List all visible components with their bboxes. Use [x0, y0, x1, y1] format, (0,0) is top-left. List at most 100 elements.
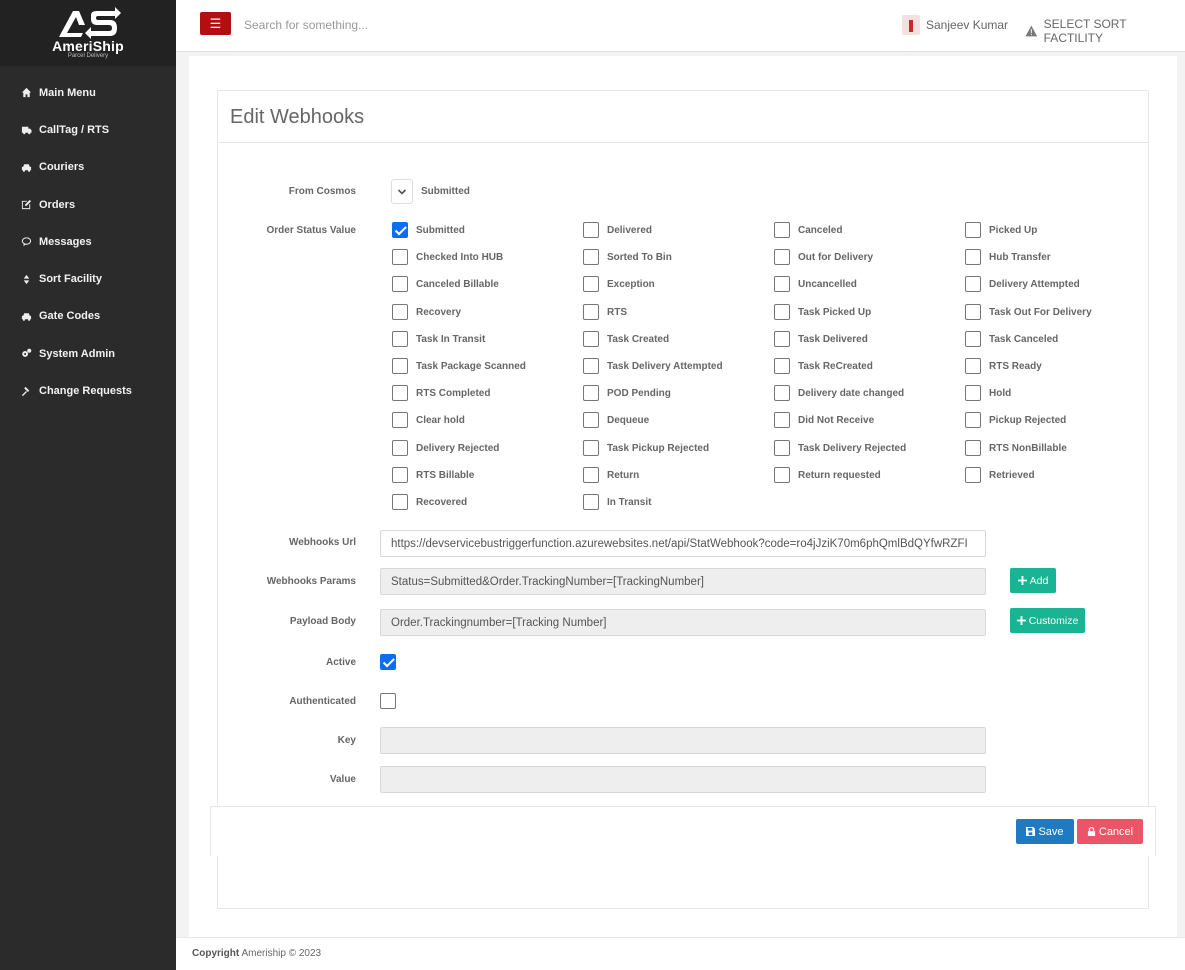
status-checkbox-label: Checked Into HUB [416, 252, 504, 263]
cancel-button[interactable]: Cancel [1077, 819, 1143, 844]
add-params-label: Add [1029, 574, 1049, 587]
status-checkbox[interactable] [392, 467, 408, 483]
sidebar-item-orders[interactable]: Orders [0, 186, 176, 223]
status-checkbox[interactable] [392, 304, 408, 320]
status-checkbox[interactable] [392, 331, 408, 347]
status-checkbox-label: Task Out For Delivery [989, 307, 1092, 318]
status-checkbox[interactable] [965, 222, 981, 238]
status-checkbox[interactable] [965, 358, 981, 374]
facility-label: SELECT SORT FACTILITY [1043, 17, 1127, 45]
status-checkbox[interactable] [583, 494, 599, 510]
status-checkbox-label: RTS Completed [416, 388, 491, 399]
active-checkbox[interactable] [380, 654, 396, 670]
authenticated-checkbox[interactable] [380, 693, 396, 709]
hamburger-menu-button[interactable]: ☰ [200, 12, 231, 35]
page-footer: Copyright Ameriship © 2023 [176, 937, 1185, 970]
status-checkbox[interactable] [965, 304, 981, 320]
status-checkbox[interactable] [392, 385, 408, 401]
status-checkbox[interactable] [583, 222, 599, 238]
status-checkbox-label: Task Pickup Rejected [607, 443, 710, 454]
comment-icon [20, 236, 32, 248]
status-checkbox[interactable] [392, 440, 408, 456]
webhooks-params-field[interactable] [380, 568, 986, 595]
status-checkbox-label: RTS [607, 307, 627, 318]
status-checkbox-label: Canceled Billable [416, 279, 499, 290]
sidebar-item-gate-codes[interactable]: Gate Codes [0, 298, 176, 335]
sort-icon [20, 273, 32, 285]
status-checkbox[interactable] [774, 412, 790, 428]
status-checkbox[interactable] [392, 358, 408, 374]
add-params-button[interactable]: Add [1010, 568, 1056, 593]
status-checkbox[interactable] [774, 467, 790, 483]
status-checkbox[interactable] [583, 276, 599, 292]
status-checkbox[interactable] [965, 249, 981, 265]
status-checkbox[interactable] [583, 304, 599, 320]
save-button[interactable]: Save [1016, 819, 1074, 844]
edit-icon [20, 199, 32, 211]
status-checkbox[interactable] [392, 494, 408, 510]
status-checkbox-label: Delivery Attempted [989, 279, 1080, 290]
save-icon [1026, 827, 1036, 836]
status-checkbox-label: In Transit [607, 497, 652, 508]
status-checkbox[interactable] [965, 467, 981, 483]
status-checkbox[interactable] [392, 222, 408, 238]
status-checkbox[interactable] [965, 331, 981, 347]
status-checkbox[interactable] [774, 385, 790, 401]
status-checkbox[interactable] [965, 276, 981, 292]
status-checkbox[interactable] [392, 249, 408, 265]
sidebar-item-change-requests[interactable]: Change Requests [0, 372, 176, 409]
status-checkbox-label: Sorted To Bin [607, 252, 672, 263]
order-status-label: Order Status Value [266, 225, 356, 236]
status-checkbox[interactable] [774, 440, 790, 456]
key-field[interactable] [380, 727, 986, 754]
sidebar-item-label: Messages [39, 235, 92, 248]
status-checkbox[interactable] [583, 331, 599, 347]
webhooks-url-field[interactable] [380, 530, 986, 557]
sidebar-nav: Main Menu CallTag / RTS Couriers Orders … [0, 74, 176, 410]
status-checkbox[interactable] [583, 412, 599, 428]
avatar [902, 15, 920, 35]
sidebar-item-couriers[interactable]: Couriers [0, 149, 176, 186]
status-checkbox[interactable] [583, 440, 599, 456]
user-profile[interactable]: Sanjeev Kumar [902, 15, 1008, 35]
active-label: Active [325, 657, 356, 668]
sidebar-item-sort-facility[interactable]: Sort Facility [0, 260, 176, 297]
status-checkbox[interactable] [583, 467, 599, 483]
sidebar-item-messages[interactable]: Messages [0, 223, 176, 260]
customize-button[interactable]: Customize [1010, 608, 1085, 633]
status-checkbox-label: Retrieved [989, 470, 1035, 481]
plus-icon [1016, 616, 1026, 625]
from-cosmos-dropdown[interactable] [391, 179, 413, 204]
status-checkbox-label: Task Created [607, 334, 670, 345]
sidebar-item-calltag-rts[interactable]: CallTag / RTS [0, 111, 176, 148]
status-checkbox[interactable] [774, 331, 790, 347]
sidebar-item-label: Couriers [39, 161, 85, 174]
cancel-label: Cancel [1098, 825, 1134, 838]
status-checkbox-label: Task In Transit [416, 334, 486, 345]
status-checkbox[interactable] [392, 412, 408, 428]
select-sort-facility-link[interactable]: SELECT SORT FACTILITY [1025, 17, 1185, 45]
home-icon [20, 87, 32, 99]
status-checkbox[interactable] [774, 249, 790, 265]
status-checkbox[interactable] [965, 412, 981, 428]
sidebar-item-system-admin[interactable]: System Admin [0, 335, 176, 372]
status-checkbox[interactable] [774, 304, 790, 320]
search-input[interactable] [244, 16, 544, 34]
status-checkbox[interactable] [774, 358, 790, 374]
status-checkbox[interactable] [965, 385, 981, 401]
status-checkbox[interactable] [965, 440, 981, 456]
top-header: ☰ Sanjeev Kumar SELECT SORT FACTILITY [176, 0, 1185, 52]
status-checkbox[interactable] [583, 249, 599, 265]
status-checkbox[interactable] [583, 358, 599, 374]
status-checkbox-label: Dequeue [607, 415, 650, 426]
status-checkbox-label: POD Pending [607, 388, 671, 399]
status-checkbox-label: Task Delivery Rejected [798, 443, 907, 454]
status-checkbox[interactable] [774, 222, 790, 238]
status-checkbox[interactable] [774, 276, 790, 292]
sidebar-item-main-menu[interactable]: Main Menu [0, 74, 176, 111]
status-checkbox-label: Delivery Rejected [416, 443, 500, 454]
value-field[interactable] [380, 766, 986, 793]
status-checkbox[interactable] [583, 385, 599, 401]
payload-body-field[interactable] [380, 609, 986, 636]
status-checkbox[interactable] [392, 276, 408, 292]
